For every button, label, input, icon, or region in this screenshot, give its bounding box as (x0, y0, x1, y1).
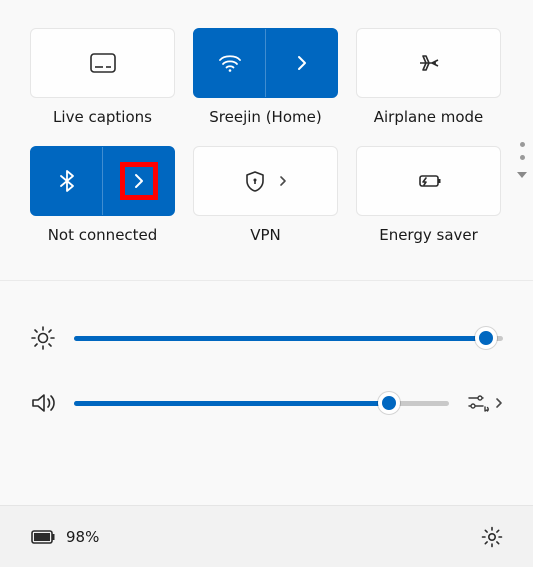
tile-group-vpn: VPN (193, 146, 338, 244)
tile-group-airplane: Airplane mode (356, 28, 501, 126)
volume-thumb[interactable] (378, 392, 400, 414)
chevron-right-icon (134, 173, 144, 189)
brightness-slider[interactable] (74, 336, 503, 341)
volume-slider[interactable] (74, 401, 449, 406)
caret-down-icon (517, 172, 527, 178)
dot-icon (520, 155, 525, 160)
bluetooth-tile[interactable] (30, 146, 175, 216)
audio-mixer-icon (467, 393, 489, 413)
battery-text: 98% (66, 528, 99, 546)
quick-settings-panel: Live captions (0, 0, 533, 244)
tile-group-energy: Energy saver (356, 146, 501, 244)
battery-icon (30, 529, 56, 545)
wifi-tile[interactable] (193, 28, 338, 98)
energy-label: Energy saver (379, 226, 478, 244)
tile-group-bluetooth: Not connected (30, 146, 175, 244)
wifi-expand[interactable] (266, 29, 337, 97)
vpn-tile[interactable] (193, 146, 338, 216)
vpn-label: VPN (250, 226, 281, 244)
footer-bar: 98% (0, 505, 533, 567)
live-captions-label: Live captions (53, 108, 152, 126)
energy-saver-tile[interactable] (356, 146, 501, 216)
battery-status[interactable]: 98% (30, 528, 99, 546)
wifi-icon (218, 53, 242, 73)
volume-fill (74, 401, 389, 406)
captions-icon (90, 53, 116, 73)
bluetooth-label: Not connected (48, 226, 158, 244)
live-captions-tile[interactable] (30, 28, 175, 98)
bluetooth-icon (59, 169, 75, 193)
wifi-label: Sreejin (Home) (209, 108, 321, 126)
tile-group-live-captions: Live captions (30, 28, 175, 126)
airplane-tile[interactable] (356, 28, 501, 98)
chevron-right-icon[interactable] (279, 175, 287, 187)
settings-button[interactable] (481, 526, 503, 548)
wifi-toggle[interactable] (194, 29, 266, 97)
airplane-label: Airplane mode (374, 108, 484, 126)
scroll-indicator[interactable] (517, 142, 527, 178)
tiles-grid: Live captions (30, 28, 503, 244)
bluetooth-expand[interactable] (103, 147, 174, 215)
volume-row (30, 391, 503, 415)
brightness-icon (30, 325, 56, 351)
brightness-row (30, 325, 503, 351)
airplane-icon (417, 52, 441, 74)
audio-output-picker[interactable] (467, 393, 503, 413)
tile-group-wifi: Sreejin (Home) (193, 28, 338, 126)
sliders-section (0, 280, 533, 439)
gear-icon (481, 526, 503, 548)
chevron-right-icon (495, 397, 503, 409)
speaker-icon (30, 391, 56, 415)
brightness-fill (74, 336, 486, 341)
brightness-thumb[interactable] (475, 327, 497, 349)
chevron-right-icon (297, 55, 307, 71)
bluetooth-toggle[interactable] (31, 147, 103, 215)
dot-icon (520, 142, 525, 147)
shield-lock-icon (245, 170, 265, 192)
energy-saver-icon (416, 172, 442, 190)
